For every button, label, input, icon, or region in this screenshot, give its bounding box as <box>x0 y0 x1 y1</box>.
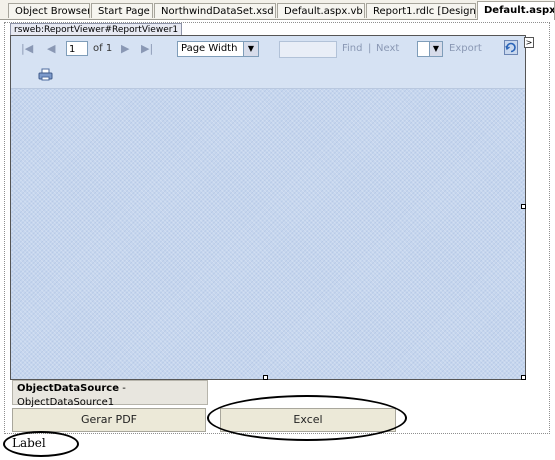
zoom-select-value: Page Width <box>181 43 238 54</box>
last-page-icon[interactable]: ▶| <box>141 42 153 55</box>
find-link[interactable]: Find <box>342 43 363 54</box>
resize-handle-right[interactable] <box>521 204 526 209</box>
find-text-input[interactable] <box>279 41 337 58</box>
resize-handle-bottom[interactable] <box>263 375 268 380</box>
object-data-source-control[interactable]: ObjectDataSource - ObjectDataSource1 <box>12 380 208 408</box>
smart-tag-icon[interactable]: > <box>524 37 534 48</box>
tab-object-browser[interactable]: Object Browser <box>8 3 90 18</box>
next-page-icon[interactable]: ▶ <box>121 42 129 55</box>
generate-pdf-button[interactable]: Gerar PDF <box>12 408 206 432</box>
refresh-icon[interactable] <box>504 40 518 58</box>
chevron-down-icon: ▼ <box>243 42 258 56</box>
page-count-label: of 1 <box>93 43 113 54</box>
tab-default-aspx-vb[interactable]: Default.aspx.vb <box>277 3 365 18</box>
print-icon[interactable] <box>38 68 53 84</box>
document-tab-strip: Object Browser Start Page NorthwindDataS… <box>0 0 555 20</box>
chevron-down-icon: ▼ <box>429 42 442 56</box>
export-link[interactable]: Export <box>449 43 482 54</box>
first-page-icon[interactable]: |◀ <box>21 42 33 55</box>
object-data-source-type: ObjectDataSource <box>17 383 119 394</box>
zoom-select[interactable]: Page Width ▼ <box>177 41 259 57</box>
tab-northwind-dataset[interactable]: NorthwindDataSet.xsd <box>154 3 276 18</box>
find-separator: | <box>368 43 372 54</box>
highlight-ellipse <box>207 395 407 441</box>
tab-default-aspx[interactable]: Default.aspx* <box>477 1 555 20</box>
label-highlight-ellipse <box>3 431 79 457</box>
report-viewer[interactable]: |◀ ◀ 1 of 1 ▶ ▶| Page Width ▼ Find | Nex… <box>10 35 526 380</box>
report-viewer-toolbar: |◀ ◀ 1 of 1 ▶ ▶| Page Width ▼ Find | Nex… <box>11 36 525 89</box>
tab-start-page[interactable]: Start Page <box>91 3 153 18</box>
page-number-input[interactable]: 1 <box>66 41 88 56</box>
export-format-select[interactable]: ▼ <box>417 41 443 57</box>
resize-handle-corner[interactable] <box>521 375 526 380</box>
tab-report1-design[interactable]: Report1.rdlc [Design] <box>366 3 476 18</box>
previous-page-icon[interactable]: ◀ <box>47 42 55 55</box>
find-next-link[interactable]: Next <box>376 43 399 54</box>
